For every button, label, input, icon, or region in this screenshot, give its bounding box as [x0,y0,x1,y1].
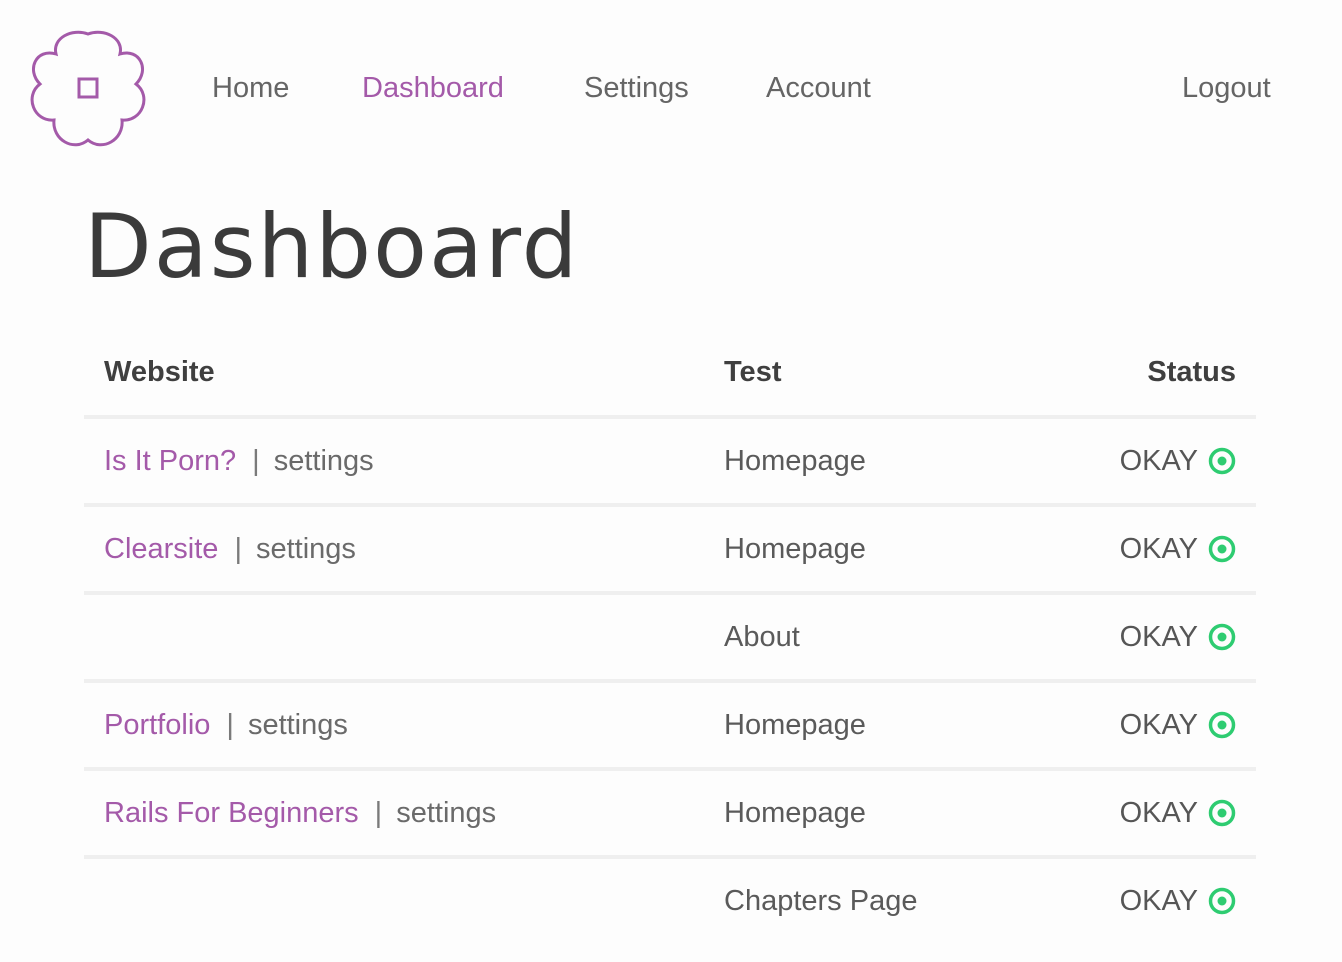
header-website: Website [104,356,215,388]
status-cell: OKAY [1120,419,1236,503]
status-cell: OKAY [1120,683,1236,767]
status-ok-icon [1208,535,1236,563]
status-ok-icon [1208,887,1236,915]
test-cell: Homepage [724,445,866,477]
separator: | [234,533,242,565]
page-title: Dashboard [84,195,580,298]
website-settings-link[interactable]: settings [274,445,374,477]
table-row: Chapters Page OKAY [84,859,1256,943]
website-cell: Portfolio | settings [104,683,348,767]
header-status: Status [1147,356,1236,388]
status-text: OKAY [1119,445,1198,477]
status-ok-icon [1208,447,1236,475]
website-link[interactable]: Clearsite [104,533,218,565]
status-ok-icon [1208,711,1236,739]
website-settings-link[interactable]: settings [396,797,496,829]
nav-dashboard-link[interactable]: Dashboard [362,68,504,108]
status-cell: OKAY [1120,507,1236,591]
website-settings-link[interactable]: settings [248,709,348,741]
separator: | [226,709,234,741]
status-ok-icon [1208,799,1236,827]
table-row: About OKAY [84,595,1256,679]
status-text: OKAY [1119,533,1198,565]
status-cell: OKAY [1120,595,1236,679]
status-ok-icon [1208,623,1236,651]
header-test: Test [724,356,782,388]
nav-settings-link[interactable]: Settings [584,68,689,108]
table-row: Rails For Beginners | settings Homepage OK… [84,771,1256,855]
website-cell: Rails For Beginners | settings [104,771,496,855]
website-link[interactable]: Portfolio [104,709,210,741]
flower-logo-icon[interactable] [24,24,152,152]
logout-link[interactable]: Logout [1182,68,1271,108]
website-link[interactable]: Is It Porn? [104,445,236,477]
test-cell: About [724,621,800,653]
table-row: Clearsite | settings Homepage OKAY [84,507,1256,591]
nav-home-link[interactable]: Home [212,68,289,108]
nav-account-link[interactable]: Account [766,68,871,108]
test-cell: Homepage [724,797,866,829]
status-text: OKAY [1119,621,1198,653]
test-cell: Chapters Page [724,885,918,917]
status-cell: OKAY [1120,771,1236,855]
status-text: OKAY [1119,709,1198,741]
status-text: OKAY [1119,797,1198,829]
table-row: Is It Porn? | settings Homepage OKAY [84,419,1256,503]
website-link[interactable]: Rails For Beginners [104,797,359,829]
top-navigation: Home Dashboard Settings Account Logout [0,0,1342,170]
website-cell: Clearsite | settings [104,507,356,591]
table-row: Portfolio | settings Homepage OKAY [84,683,1256,767]
test-cell: Homepage [724,709,866,741]
separator: | [374,797,383,829]
website-settings-link[interactable]: settings [256,533,356,565]
website-cell: Is It Porn? | settings [104,419,374,503]
status-text: OKAY [1119,885,1198,917]
separator: | [252,445,260,477]
test-cell: Homepage [724,533,866,565]
status-cell: OKAY [1120,859,1236,943]
